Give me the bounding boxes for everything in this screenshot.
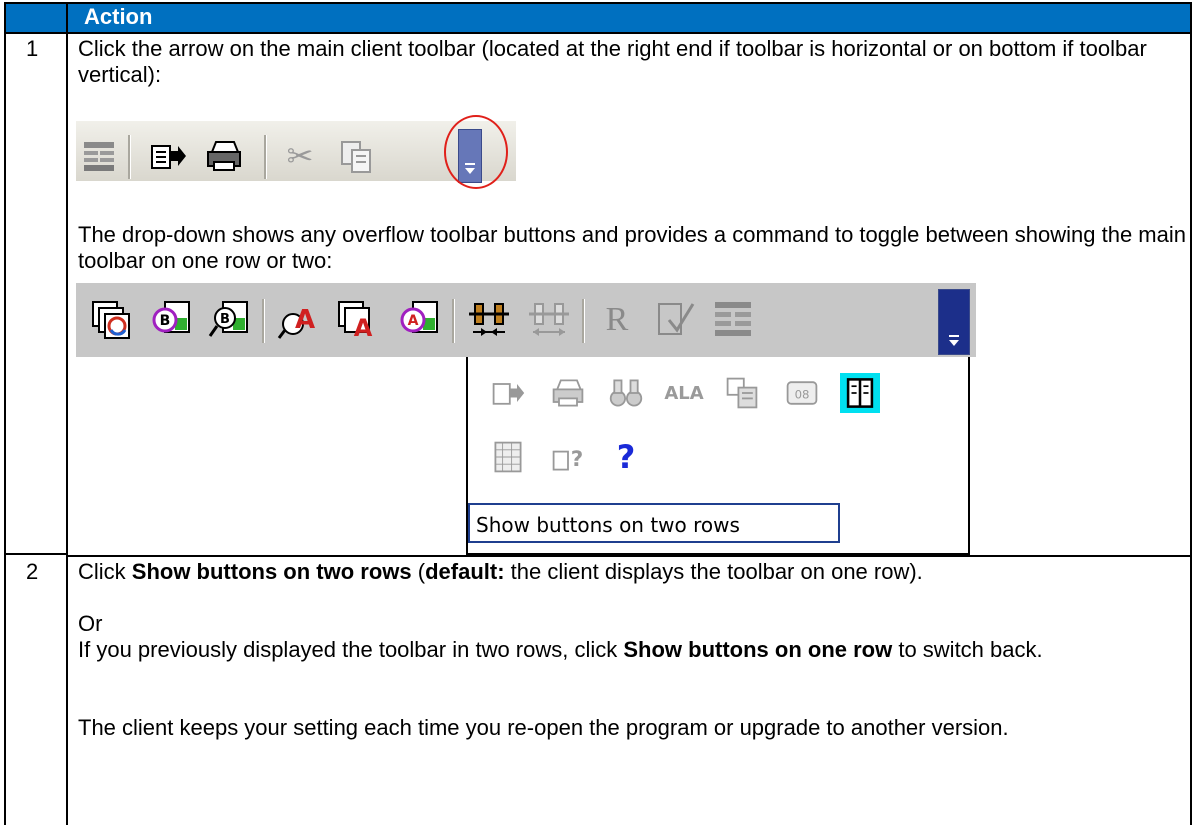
row-divider-2-right [66, 555, 1192, 557]
print-icon[interactable] [200, 131, 248, 181]
row-divider-1 [4, 32, 1192, 34]
overflow-dropdown-screenshot: B B A A A R ALA 08 ? ? Show buttons on t… [76, 283, 976, 555]
row-number-2: 2 [26, 559, 39, 584]
connector-icon[interactable] [464, 295, 514, 345]
cut-icon[interactable]: ✂ [276, 131, 324, 181]
svg-text:A: A [295, 305, 315, 335]
toolbar-separator [452, 299, 455, 343]
row2-paragraph-3: The client keeps your setting each time … [78, 715, 1009, 740]
table-icon[interactable] [76, 131, 124, 181]
toolbar-overflow-arrow[interactable] [938, 289, 970, 355]
question-icon[interactable]: ? [606, 437, 646, 477]
check-edit-icon[interactable] [650, 295, 700, 345]
toolbar-separator [582, 299, 585, 343]
table-border-left [4, 2, 6, 825]
help-doc-icon[interactable]: ? [548, 437, 588, 477]
table-border-right [1190, 2, 1192, 825]
svg-text:08: 08 [795, 387, 810, 401]
row2-or-text: Or [78, 611, 103, 636]
copy-icon[interactable] [332, 131, 380, 181]
print-icon[interactable] [548, 373, 588, 413]
row2-paragraph-2: If you previously displayed the toolbar … [78, 637, 1043, 662]
svg-text:?: ? [571, 447, 584, 472]
full-toolbar: B B A A A R [76, 283, 976, 357]
highlight-circle [444, 115, 508, 189]
row1-intro-text: Click the arrow on the main client toolb… [78, 36, 1147, 87]
svg-text:A: A [408, 313, 419, 329]
grid-icon[interactable] [488, 437, 528, 477]
row-number-1: 1 [26, 36, 39, 61]
svg-text:B: B [160, 313, 171, 329]
main-toolbar-screenshot: ✂ [76, 113, 516, 189]
bind-a-icon[interactable]: A [394, 295, 444, 345]
ala-icon[interactable]: ALA [664, 373, 704, 413]
svg-text:B: B [220, 312, 230, 327]
table-border-top [4, 2, 1192, 4]
bind-icon[interactable]: B [146, 295, 196, 345]
column-divider [66, 2, 68, 825]
toolbar-separator [264, 135, 267, 179]
table-icon[interactable] [708, 295, 758, 345]
row-divider-2-left [4, 553, 66, 555]
overflow-dropdown-menu: ALA 08 ? ? Show buttons on two rows [466, 357, 970, 555]
export-icon[interactable] [144, 131, 192, 181]
id-card-icon[interactable]: 08 [782, 373, 822, 413]
r-icon[interactable]: R [592, 295, 642, 345]
row1-dropdown-text: The drop-down shows any overflow toolbar… [78, 222, 1186, 273]
connector-grey-icon[interactable] [524, 295, 574, 345]
svg-text:A: A [354, 314, 373, 342]
font-a-icon[interactable]: A [274, 295, 324, 345]
calendar-icon[interactable] [722, 373, 762, 413]
table-header-row: Action [4, 2, 1192, 32]
toolbar-separator [128, 135, 131, 179]
book-icon[interactable] [840, 373, 880, 413]
row2-paragraph-1: Click Show buttons on two rows (default:… [78, 559, 923, 584]
search-bind-icon[interactable]: B [204, 295, 254, 345]
stack-a-icon[interactable]: A [334, 295, 384, 345]
export-icon[interactable] [488, 373, 528, 413]
header-action-label: Action [84, 4, 153, 29]
binoculars-icon[interactable] [606, 373, 646, 413]
show-buttons-two-rows-command[interactable]: Show buttons on two rows [468, 503, 840, 543]
toolbar-separator [262, 299, 265, 343]
stack-layers-icon[interactable] [86, 295, 136, 345]
